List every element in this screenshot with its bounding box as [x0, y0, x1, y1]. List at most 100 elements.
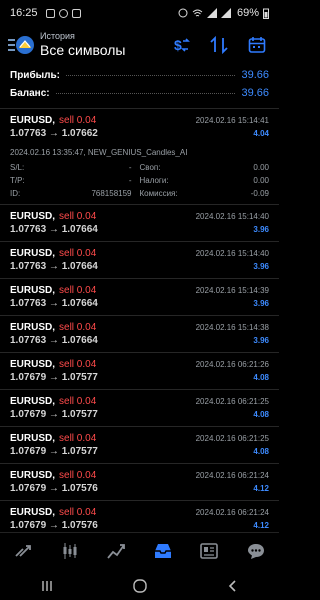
currency-button[interactable]: $: [169, 33, 193, 57]
nav-news[interactable]: [195, 537, 223, 565]
trade-icon: [107, 543, 126, 559]
trade-date: 2024.02.16 06:21:25: [195, 397, 269, 406]
trade-row[interactable]: EURUSD, sell 0.04 2024.02.16 06:21:25 1.07…: [0, 426, 279, 463]
trade-type: sell 0.04: [59, 285, 97, 296]
back-icon: [228, 580, 236, 592]
page-title: Все символы: [40, 42, 126, 58]
nav-chat[interactable]: [242, 537, 270, 565]
trade-type: sell 0.04: [59, 322, 97, 333]
calendar-button[interactable]: [245, 33, 269, 57]
trade-symbol: EURUSD,: [10, 470, 56, 481]
trade-profit: 4.12: [253, 521, 269, 530]
trade-type: sell 0.04: [59, 359, 97, 370]
trade-prices: 1.07763 → 1.07664: [10, 224, 98, 235]
signal-2-icon: [220, 8, 231, 18]
trade-symbol: EURUSD,: [10, 285, 56, 296]
quotes-icon: [15, 544, 32, 557]
message-icon: [71, 8, 81, 18]
trade-date: 2024.02.16 06:21:25: [195, 434, 269, 443]
sort-button[interactable]: [207, 33, 231, 57]
app-bar: История Все символы $: [0, 26, 279, 64]
trade-prices: 1.07763 → 1.07662: [10, 128, 98, 139]
status-bar: 16:25 69%: [0, 0, 279, 26]
trade-type: sell 0.04: [59, 433, 97, 444]
history-icon: [154, 543, 171, 558]
notification-icon: [45, 8, 55, 18]
trade-date: 2024.02.16 15:14:41: [195, 116, 269, 125]
commission-value: -0.09: [250, 189, 269, 198]
trade-profit: 3.96: [253, 336, 269, 345]
trade-profit: 3.96: [253, 299, 269, 308]
trade-prices: 1.07679 → 1.07577: [10, 409, 98, 420]
nav-trade[interactable]: [102, 537, 130, 565]
trade-prices: 1.07763 → 1.07664: [10, 261, 98, 272]
wifi-icon: [192, 9, 203, 17]
taxes-label: Налоги:: [139, 176, 169, 185]
trade-row[interactable]: EURUSD, sell 0.04 2024.02.16 15:14:39 1.07…: [0, 278, 279, 315]
nav-history[interactable]: [149, 537, 177, 565]
chat-icon: [247, 543, 264, 559]
trade-date: 2024.02.16 15:14:40: [195, 212, 269, 221]
menu-button[interactable]: [4, 28, 38, 62]
home-icon: [132, 579, 147, 593]
app-notification-icon: [58, 8, 68, 18]
commission-label: Комиссия:: [139, 189, 178, 198]
trade-symbol: EURUSD,: [10, 248, 56, 259]
alarm-icon: [178, 8, 188, 18]
trade-date: 2024.02.16 06:21:24: [195, 471, 269, 480]
trade-symbol: EURUSD,: [10, 433, 56, 444]
tp-label: T/P:: [10, 176, 25, 185]
taxes-value: 0.00: [253, 176, 269, 185]
trade-row[interactable]: EURUSD, sell 0.04 2024.02.16 15:14:38 1.07…: [0, 315, 279, 352]
trade-row[interactable]: EURUSD, sell 0.04 2024.02.16 06:21:26 1.07…: [0, 352, 279, 389]
swap-value: 0.00: [253, 163, 269, 172]
nav-quotes[interactable]: [9, 537, 37, 565]
trade-profit: 4.08: [253, 447, 269, 456]
trade-row[interactable]: EURUSD, sell 0.04 2024.02.16 06:21:24 1.07…: [0, 463, 279, 500]
trade-prices: 1.07679 → 1.07576: [10, 483, 98, 494]
recents-icon: [41, 581, 52, 591]
trade-symbol: EURUSD,: [10, 396, 56, 407]
trade-profit: 4.08: [253, 373, 269, 382]
dollar-swap-icon: $: [174, 37, 190, 53]
trade-row[interactable]: EURUSD, sell 0.04 2024.02.16 06:21:25 1.07…: [0, 389, 279, 426]
id-value: 768158159: [91, 189, 132, 198]
trade-profit: 4.04: [253, 129, 269, 138]
trade-row-expanded[interactable]: EURUSD, sell 0.04 2024.02.16 15:14:41 1.…: [0, 108, 279, 145]
trade-type: sell 0.04: [59, 248, 97, 259]
home-button[interactable]: [125, 576, 155, 596]
trade-date: 2024.02.16 15:14:40: [195, 249, 269, 258]
tp-value: -: [128, 176, 132, 185]
trade-date: 2024.02.16 06:21:24: [195, 508, 269, 517]
news-icon: [200, 542, 219, 559]
title-block[interactable]: История Все символы: [40, 31, 125, 59]
trade-symbol: EURUSD,: [10, 507, 56, 518]
trade-symbol: EURUSD,: [10, 322, 56, 333]
sl-value: -: [128, 163, 132, 172]
trade-date: 2024.02.16 15:14:38: [195, 323, 269, 332]
summary-panel: Прибыль: 39.66 Баланс: 39.66: [0, 66, 279, 104]
trade-details: 2024.02.16 13:35:47, NEW_GENIUS_Candles_…: [0, 145, 279, 204]
battery-level: 69%: [236, 7, 259, 19]
calendar-icon: [248, 37, 266, 53]
profit-value: 39.66: [241, 69, 269, 81]
trade-row[interactable]: EURUSD, sell 0.04 2024.02.16 15:14:40 1.07…: [0, 204, 279, 241]
battery-icon: [263, 8, 269, 19]
chart-icon: [63, 542, 77, 559]
balance-row: Баланс: 39.66: [0, 84, 279, 102]
trade-list[interactable]: EURUSD, sell 0.04 2024.02.16 15:14:41 1.…: [0, 108, 279, 572]
trade-type: sell 0.04: [59, 507, 97, 518]
trade-prices: 1.07679 → 1.07577: [10, 446, 98, 457]
svg-text:$: $: [174, 37, 182, 53]
balance-label: Баланс:: [10, 87, 50, 99]
trade-row[interactable]: EURUSD, sell 0.04 2024.02.16 15:14:40 1.07…: [0, 241, 279, 278]
nav-chart[interactable]: [56, 537, 84, 565]
trade-type: sell 0.04: [59, 115, 97, 126]
trade-meta: 2024.02.16 13:35:47, NEW_GENIUS_Candles_…: [10, 148, 188, 157]
recents-button[interactable]: [32, 576, 62, 596]
page-subtitle: История: [40, 31, 75, 41]
trade-profit: 3.96: [253, 225, 269, 234]
trade-symbol: EURUSD,: [10, 211, 56, 222]
trade-date: 2024.02.16 15:14:39: [195, 286, 269, 295]
back-button[interactable]: [218, 576, 248, 596]
